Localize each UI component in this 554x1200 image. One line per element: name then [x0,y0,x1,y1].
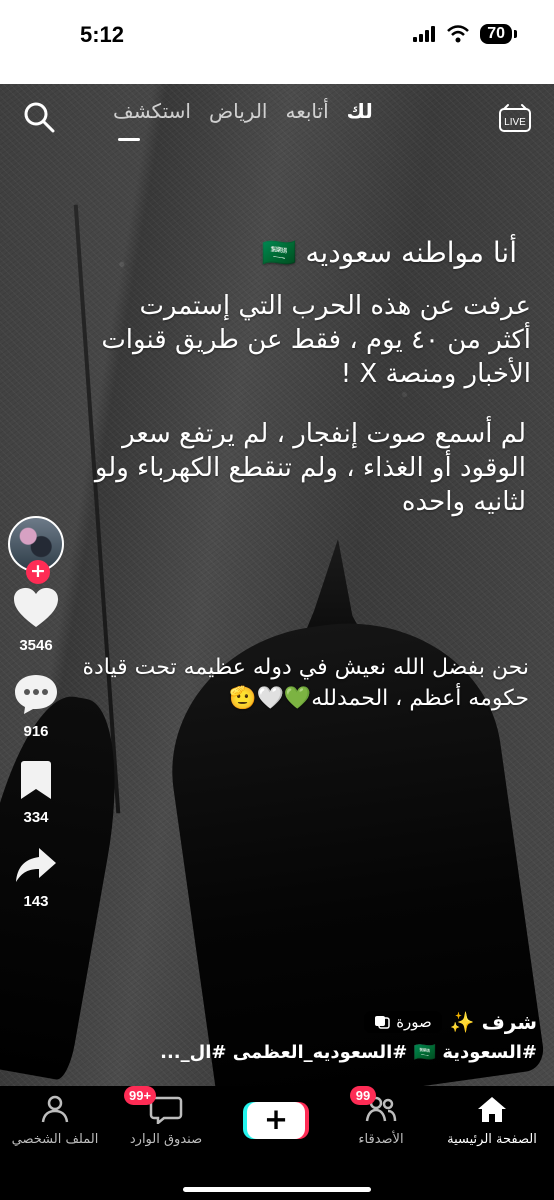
photo-stack-icon [375,1016,390,1029]
tab-following[interactable]: أتابعه [285,99,328,123]
share-count: 143 [23,893,49,910]
tab-explore[interactable]: استكشف [113,99,191,123]
hashtags[interactable]: #السعودية 🇸🇦 #السعوديه_العظمى #ال_... [17,1042,537,1063]
status-bar: 5:12 70 [0,0,554,84]
comment-count: 916 [23,723,49,740]
bookmark-icon [21,761,51,799]
status-time: 5:12 [80,22,125,47]
save-button[interactable]: 334 [6,758,66,826]
heart-icon [14,588,58,627]
status-icons: 70 [412,24,517,44]
top-nav: لك أتابعه الرياض استكشف LIVE [0,95,554,143]
video-background[interactable] [0,84,554,1086]
share-icon [16,848,56,882]
action-rail: + 3546 916 334 143 [6,516,66,910]
home-indicator [183,1187,371,1192]
author-name[interactable]: شرف ✨ [450,1010,537,1034]
nav-home-label: الصفحة الرئيسية [447,1132,537,1147]
create-button[interactable]: + [243,1102,309,1139]
live-icon-label: LIVE [504,117,526,128]
active-tab-indicator [118,138,140,141]
top-tabs: لك أتابعه الرياض استكشف [113,99,373,123]
create-plus-icon: + [247,1102,305,1139]
nav-profile[interactable]: الملف الشخصي [10,1094,100,1147]
signal-icon [413,26,436,42]
friends-badge: 99 [350,1086,376,1105]
search-icon[interactable] [22,100,56,134]
battery-badge: 70 [480,24,517,44]
comment-button[interactable]: 916 [6,672,66,740]
profile-icon [41,1095,69,1123]
share-button[interactable]: 143 [6,844,66,910]
live-icon[interactable]: LIVE [496,100,534,138]
photo-label: صورة [396,1013,432,1031]
home-icon [478,1097,506,1122]
overlay-line-2: عرفت عن هذه الحرب التي إستمرت أكثر من ٤٠… [101,291,531,389]
overlay-line-4: نحن بفضل الله نعيش في دوله عظيمه تحت قيا… [82,655,529,711]
author-line: شرف ✨ صورة [17,1010,537,1034]
caption-block: شرف ✨ صورة #السعودية 🇸🇦 #السعوديه_العظمى… [17,1010,537,1063]
follow-plus-button[interactable]: + [26,560,50,584]
overlay-line-1: أنا مواطنه سعوديه 🇸🇦 [261,236,517,269]
tab-riyadh[interactable]: الرياض [209,99,268,123]
photo-pill: صورة [364,1011,442,1033]
tab-for-you[interactable]: لك [347,99,373,123]
nav-home[interactable]: الصفحة الرئيسية [447,1094,537,1147]
inbox-badge: 99+ [124,1086,157,1105]
comment-icon [15,675,57,714]
save-count: 334 [23,809,49,826]
wifi-icon [447,25,470,43]
bottom-nav: الصفحة الرئيسية 99 الأصدقاء + 99+ صندوق … [0,1086,554,1200]
nav-profile-label: الملف الشخصي [11,1132,99,1147]
creator-avatar-wrap[interactable]: + [8,516,64,584]
nav-friends[interactable]: 99 الأصدقاء [336,1086,426,1147]
nav-inbox[interactable]: 99+ صندوق الوارد [121,1086,211,1147]
like-count: 3546 [19,637,53,654]
nav-inbox-label: صندوق الوارد [129,1132,203,1147]
overlay-line-3: لم أسمع صوت إنفجار ، لم يرتفع سعر الوقود… [94,419,526,517]
like-button[interactable]: 3546 [6,586,66,654]
nav-friends-label: الأصدقاء [358,1132,404,1147]
